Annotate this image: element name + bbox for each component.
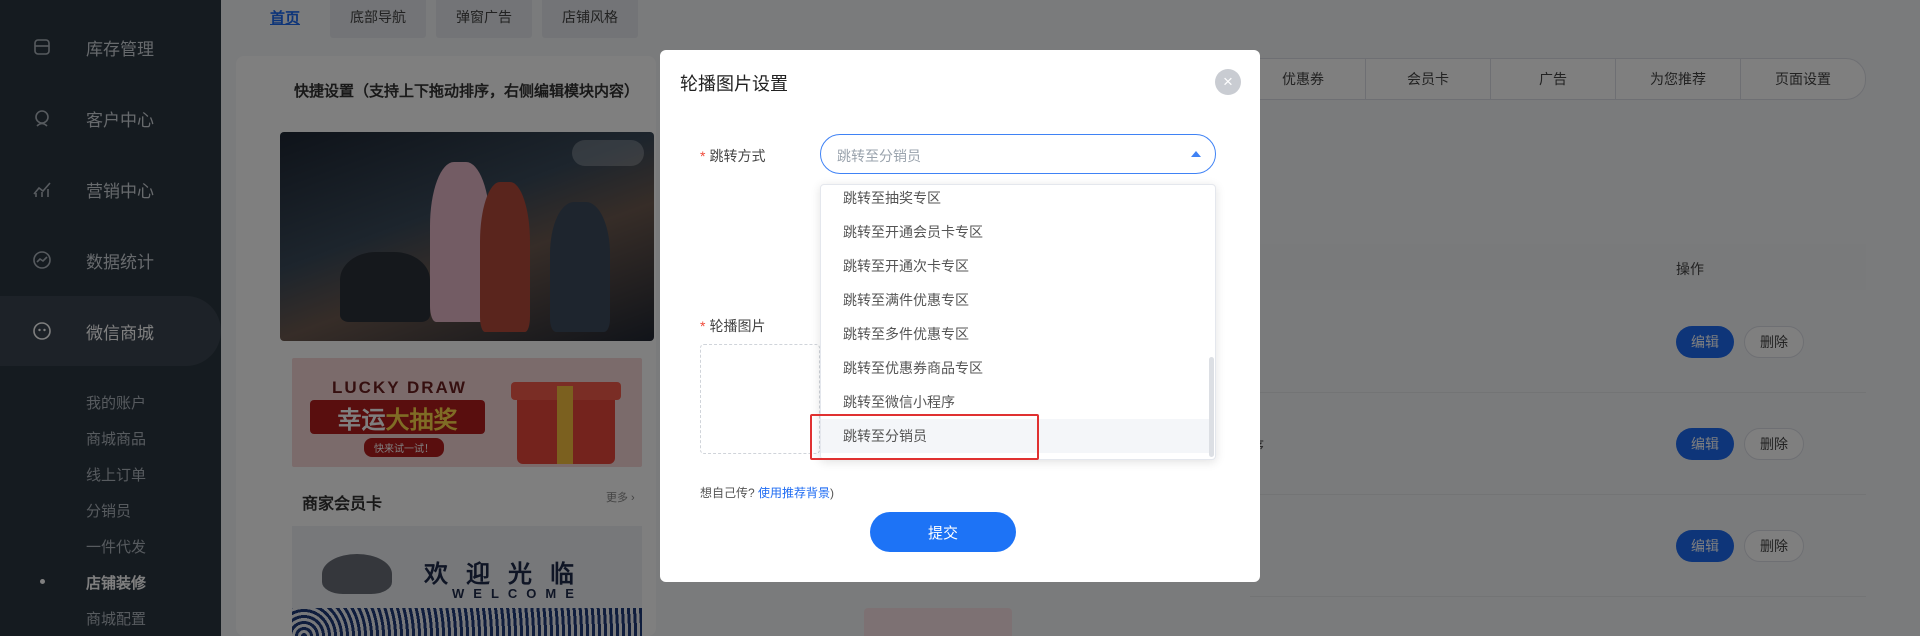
use-recommended-bg-link[interactable]: 使用推荐背景 [758,486,830,500]
carousel-image-text: 轮播图片 [709,318,766,334]
required-mark: * [700,318,706,334]
dropdown-option[interactable]: 跳转至抽奖专区 [821,185,1211,215]
hint-paren: ) [830,486,835,500]
jump-method-text: 跳转方式 [709,148,766,164]
dropdown-option[interactable]: 跳转至开通会员卡专区 [821,215,1211,249]
dropdown-scrollbar[interactable] [1209,357,1214,457]
dialog-title: 轮播图片设置 [680,74,788,94]
dropdown-option[interactable]: 跳转至多件优惠专区 [821,317,1211,351]
upload-hint: 想自己传? 使用推荐背景) [700,484,834,501]
carousel-image-label: * 轮播图片 [700,316,765,336]
select-value: 跳转至分销员 [837,148,921,164]
image-upload-area[interactable] [700,344,820,454]
jump-method-label: * 跳转方式 [700,146,765,166]
submit-button[interactable]: 提交 [870,512,1016,552]
hint-text: 想自己传? [700,486,755,500]
required-mark: * [700,148,706,164]
close-icon[interactable]: × [1215,69,1241,95]
jump-method-select[interactable]: 跳转至分销员 [820,134,1216,174]
dropdown-option[interactable]: 跳转至优惠券商品专区 [821,351,1211,385]
dropdown-option[interactable]: 跳转至开通次卡专区 [821,249,1211,283]
carousel-settings-dialog: 轮播图片设置 × * 跳转方式 跳转至分销员 * 轮播图片 跳转至抽奖专区 跳转至开… [660,50,1260,582]
highlight-box [810,414,1039,460]
caret-up-icon [1191,151,1201,157]
dropdown-option[interactable]: 跳转至满件优惠专区 [821,283,1211,317]
